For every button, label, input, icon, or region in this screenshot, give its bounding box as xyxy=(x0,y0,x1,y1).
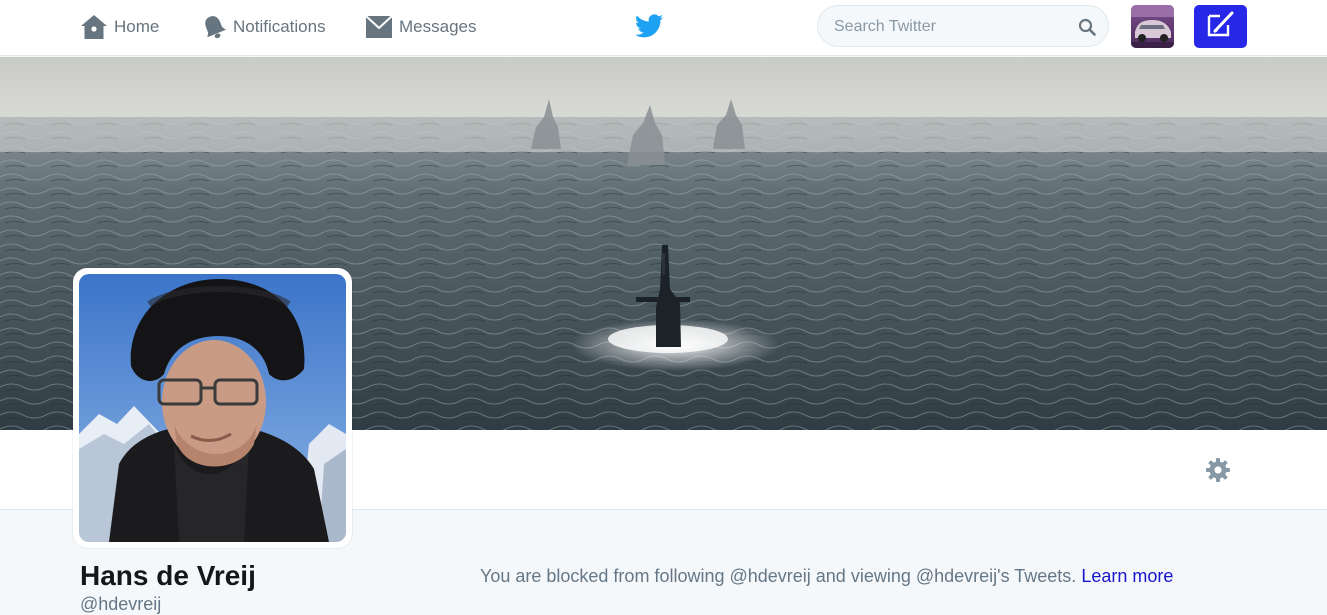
blocked-notice-text: You are blocked from following @hdevreij… xyxy=(480,566,1077,586)
nav-messages[interactable]: Messages xyxy=(365,12,476,42)
learn-more-link[interactable]: Learn more xyxy=(1081,566,1173,586)
nav-home[interactable]: Home xyxy=(80,12,159,42)
compose-button[interactable] xyxy=(1194,5,1247,48)
profile-handle: @hdevreij xyxy=(80,594,162,614)
gear-icon[interactable] xyxy=(1205,457,1231,488)
profile-avatar[interactable] xyxy=(73,268,352,548)
nav-home-label: Home xyxy=(114,17,160,36)
nav-notifications[interactable]: Notifications xyxy=(201,12,326,42)
profile-photo xyxy=(79,274,346,542)
envelope-icon xyxy=(365,14,393,40)
top-navigation-bar: Home Notifications Messages xyxy=(0,0,1327,56)
nav-notifications-label: Notifications xyxy=(233,17,326,36)
account-avatar[interactable] xyxy=(1131,5,1174,48)
twitter-bird-icon[interactable] xyxy=(634,14,664,40)
search-box[interactable] xyxy=(817,5,1109,47)
compose-icon xyxy=(1206,10,1236,43)
search-icon[interactable] xyxy=(1078,18,1096,41)
bell-icon xyxy=(201,13,227,41)
home-icon xyxy=(80,14,108,40)
nav-messages-label: Messages xyxy=(399,17,477,36)
search-input[interactable] xyxy=(832,14,1066,40)
blocked-notice: You are blocked from following @hdevreij… xyxy=(480,566,1173,587)
profile-name: Hans de Vreij xyxy=(80,560,256,591)
